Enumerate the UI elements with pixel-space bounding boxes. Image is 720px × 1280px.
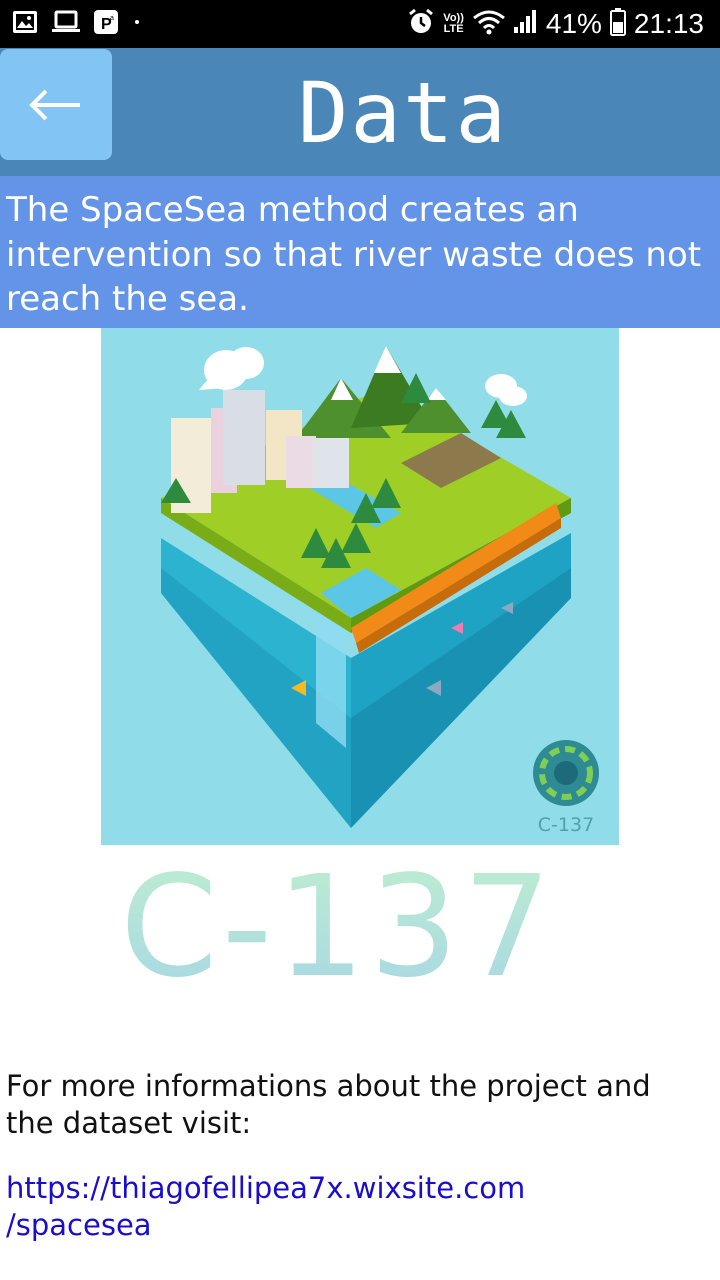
parking-icon: Pa xyxy=(94,10,118,39)
arrow-left-icon xyxy=(29,89,80,120)
project-illustration: C-137 xyxy=(101,328,619,845)
c137-logo: C-137 xyxy=(120,850,556,990)
project-link[interactable]: https://thiagofellipea7x.wixsite.com /sp… xyxy=(6,1170,706,1244)
signal-icon xyxy=(513,9,538,40)
wifi-icon xyxy=(472,8,506,41)
volte-icon: Vo)) LTE xyxy=(443,12,464,35)
page-title: Data xyxy=(297,64,509,162)
laptop-icon xyxy=(52,10,80,39)
status-bar: Pa Vo)) LTE 41% 21:13 xyxy=(0,0,720,48)
status-right-icons: Vo)) LTE 41% 21:13 xyxy=(407,6,704,42)
app-bar: Data xyxy=(0,48,720,176)
project-link-part2: /spacesea xyxy=(6,1208,152,1242)
battery-percentage: 41% xyxy=(545,8,602,39)
description-banner: The SpaceSea method creates an intervent… xyxy=(0,176,720,328)
status-left-icons: Pa xyxy=(12,10,142,39)
image-icon xyxy=(12,10,38,39)
project-link-part1: https://thiagofellipea7x.wixsite.com xyxy=(6,1171,526,1205)
badge-globe-icon xyxy=(533,740,599,806)
cloud-right xyxy=(485,374,527,406)
illustration-badge-text: C-137 xyxy=(538,814,594,836)
logo-text: C-137 xyxy=(120,850,556,990)
info-text: For more informations about the project … xyxy=(6,1069,651,1140)
dot-icon xyxy=(132,10,142,39)
battery-icon xyxy=(609,7,626,41)
cloud-left xyxy=(199,347,264,390)
svg-text:a: a xyxy=(110,15,114,22)
back-button[interactable] xyxy=(0,49,112,160)
clock: 21:13 xyxy=(633,8,704,39)
alarm-icon xyxy=(407,8,435,41)
